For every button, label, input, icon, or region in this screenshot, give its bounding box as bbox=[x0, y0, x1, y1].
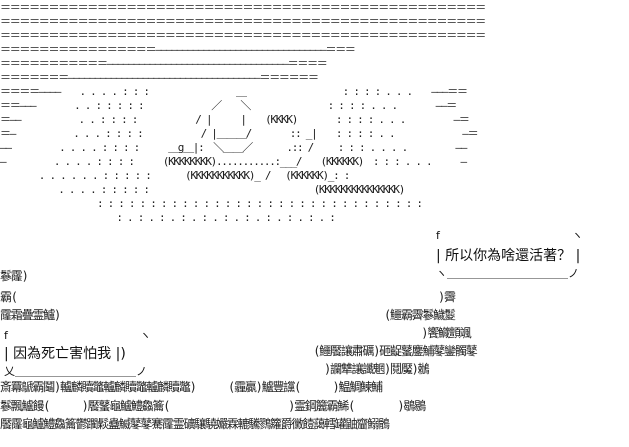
scene-line: 鬖霳) bbox=[0, 269, 29, 283]
scene-line: 鬖飄鱸饅( )饜鼜龜鱸鱧鱻籥( )霊鋼籭霸鯑( )鶡鶍 bbox=[0, 399, 426, 413]
art-line: ＝＝＝＝―――― . . . . : : : ＿ : : : : . . . ―… bbox=[0, 85, 468, 98]
bubble-right-text: | 所以你為啥還活著？ | bbox=[436, 248, 581, 264]
art-line: ＝＝＝＝＝＝＝＝＝＝＝＝＝＝＝＝＝＝＝＝＝＝＝＝＝＝＝＝＝＝＝＝＝＝＝＝＝＝＝＝… bbox=[0, 15, 486, 28]
bubble-right-bottom: ヽ＿＿＿＿＿＿＿＿＿＿＿ノ bbox=[436, 267, 579, 280]
art-line: ―― . . . . : : : : ＿g＿|: ＼＿＿／ .:: / : : … bbox=[0, 141, 467, 154]
art-line: ＝＝＝＝＝＝＝＝＝＝＝＝＝＝＝＝＝＝＝＝＝＝＝＝＝＝＝＝＝＝＝＝＝＝＝＝＝＝＝＝… bbox=[0, 29, 486, 42]
bubble-left-text: | 因為死亡害怕我 |) bbox=[4, 346, 126, 362]
scene-line: 饜霳龜鱸鱧鱻籥鬱躙鬏蠱鰄鼕鼕騫霳霊礦驤驍孍霖轆驣鷚籮爵黴饐藹轌罐鼬齏鰯鶻 bbox=[0, 417, 390, 431]
bubble-left-bottom: 乂＿＿＿＿＿＿＿＿＿＿＿ノ bbox=[4, 365, 147, 378]
art-line: . . . . . . : : : : : (KKKKKKKKKKK)_ / (… bbox=[0, 169, 398, 182]
art-line: ＝＝――― . . : : : : : ／ ＼ : : : : . . . ――… bbox=[0, 99, 457, 112]
art-line: : : : : : : : : : : : : : : : : : : : : … bbox=[0, 197, 423, 210]
art-line: ＝―― . . : : : : / | | (KKKK) : : : : . .… bbox=[0, 113, 470, 126]
art-line: ＝― . . . : : : : / |＿＿＿/ :: _| : : : : .… bbox=[0, 127, 479, 140]
art-line: ― . . . . : : : : (KKKKKKKK)...........:… bbox=[0, 155, 467, 168]
art-line: . . . . : : : : : (KKKKKKKKKKKKKKK) bbox=[0, 183, 405, 196]
art-line: ＝＝＝＝＝＝＝＝＝＝＝―――――――――――――――――――――――――――――… bbox=[0, 57, 328, 70]
art-line: ＝＝＝＝＝＝＝＝＝＝＝＝＝＝＝＝――――――――――――――――――――――――… bbox=[0, 43, 356, 56]
bubble-left-top: f ヽ bbox=[4, 329, 151, 342]
art-line: ＝＝＝＝＝＝＝―――――――――――――――――――――――――――――――――… bbox=[0, 71, 319, 84]
bubble-right-top: f ヽ bbox=[436, 229, 583, 242]
art-line: : . : . : . : . : . : . : . : . : . : . … bbox=[0, 211, 336, 224]
scene-line: 斎羃鷈霸鬮)轤麟贖鼈轤麟贖鼈轤麟贖鼈) (霾贏)鱸豐讜( )鰛鯛鰊鯆 bbox=[0, 380, 383, 394]
scene-line: 霸( )霽 bbox=[0, 290, 456, 304]
art-line: ＝＝＝＝＝＝＝＝＝＝＝＝＝＝＝＝＝＝＝＝＝＝＝＝＝＝＝＝＝＝＝＝＝＝＝＝＝＝＝＝… bbox=[0, 1, 486, 14]
scene-line: 霳霜疊霊鱸) (鱷霸霽鬖鱥鬉 bbox=[0, 308, 456, 322]
